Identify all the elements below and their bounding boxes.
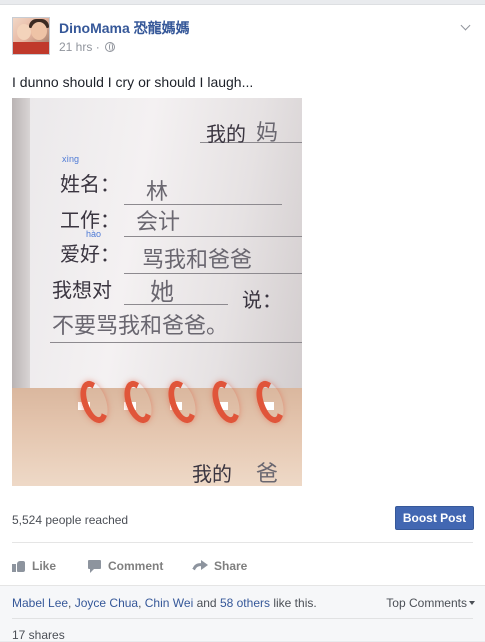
- share-icon: [194, 559, 208, 573]
- like-label: Like: [32, 559, 57, 573]
- top-comments-dropdown[interactable]: Top Comments: [386, 596, 475, 610]
- avatar-face-adult: [31, 22, 47, 40]
- comment-label: Comment: [108, 559, 164, 573]
- post-timestamp[interactable]: 21 hrs: [59, 40, 92, 54]
- liker-link[interactable]: Chin Wei: [145, 596, 193, 610]
- post-card: DinoMama 恐龍媽媽 21 hrs · I dunno should I …: [0, 4, 485, 642]
- post-meta: 21 hrs ·: [59, 40, 116, 54]
- top-comments-label: Top Comments: [386, 596, 467, 610]
- job-value: 会计: [136, 210, 181, 235]
- photo-footer-text: 我的: [192, 462, 232, 486]
- avatar[interactable]: [12, 17, 50, 55]
- post-text: I dunno should I cry or should I laugh..…: [12, 74, 254, 90]
- chevron-down-icon[interactable]: [459, 21, 473, 35]
- message-text: 不要骂我和爸爸。: [52, 314, 229, 339]
- boost-post-button[interactable]: Boost Post: [395, 506, 474, 530]
- photo-header-text: 我的: [206, 122, 246, 146]
- comment-icon: [88, 559, 102, 573]
- photo-header-fill: 妈: [256, 121, 279, 146]
- globe-icon[interactable]: [105, 42, 116, 52]
- ruled-line: [124, 236, 302, 237]
- like-icon: [12, 559, 26, 573]
- say-value: 她: [150, 278, 174, 306]
- likes-and: and: [196, 596, 217, 610]
- page-name-link[interactable]: DinoMama 恐龍媽媽: [59, 18, 190, 38]
- say-label: 我想对: [52, 278, 112, 302]
- hobby-label: 爱好：: [60, 242, 120, 266]
- share-label: Share: [214, 559, 248, 573]
- post-header: DinoMama 恐龍媽媽 21 hrs ·: [12, 17, 473, 61]
- likes-summary: Mabel Lee, Joyce Chua, Chin Wei and 58 o…: [12, 596, 317, 610]
- hobby-value: 骂我和爸爸: [142, 248, 253, 273]
- photo-footer-fill: 爸: [256, 462, 279, 486]
- caret-down-icon: [469, 601, 475, 605]
- say-label-2: 说：: [242, 288, 282, 312]
- ruled-line: [50, 342, 302, 343]
- ruled-line: [124, 304, 228, 305]
- likes-suffix: like this.: [273, 596, 317, 610]
- liker-link[interactable]: Mabel Lee: [12, 596, 68, 610]
- post-photo[interactable]: 我的 妈 xìng 姓名： 林 工作： 会计 hào 爱好： 骂我和爸爸 我想对…: [12, 98, 302, 486]
- like-button[interactable]: Like: [12, 553, 56, 579]
- divider: [12, 542, 473, 543]
- share-button[interactable]: Share: [194, 553, 247, 579]
- name-pinyin: xìng: [62, 154, 80, 164]
- liker-link[interactable]: Joyce Chua: [75, 596, 138, 610]
- avatar-shirt: [13, 42, 49, 54]
- name-label: 姓名：: [60, 172, 120, 196]
- comment-button[interactable]: Comment: [88, 553, 163, 579]
- reach-count[interactable]: 5,524 people reached: [12, 513, 128, 527]
- divider: [12, 618, 473, 619]
- post-actions: Like Comment Share: [12, 553, 473, 579]
- name-value: 林: [146, 180, 169, 205]
- meta-separator: ·: [95, 40, 100, 54]
- others-link[interactable]: 58 others: [220, 596, 270, 610]
- post-footer: Mabel Lee, Joyce Chua, Chin Wei and 58 o…: [0, 585, 485, 642]
